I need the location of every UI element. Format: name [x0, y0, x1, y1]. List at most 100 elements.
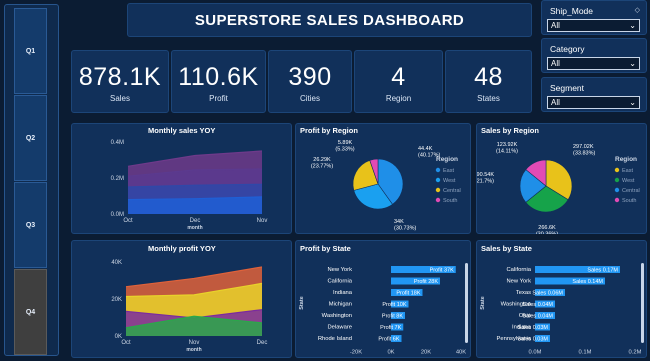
legend-marker: [435, 177, 441, 183]
legend-label: West: [622, 178, 635, 184]
dropdown-value: All: [551, 21, 560, 30]
x-tick-label: -20K: [350, 350, 362, 356]
slice-percent-label: (33.83%): [573, 151, 595, 157]
kpi-card-sales: 878.1K Sales: [71, 50, 169, 113]
slicer-title: Segment: [550, 83, 585, 93]
y-tick-label: 20K: [111, 297, 122, 303]
bar-data-label: Sales 0.03M: [517, 337, 548, 343]
scrollbar[interactable]: [641, 263, 644, 343]
y-tick-label: 0.0M: [111, 212, 124, 218]
legend-label: Central: [443, 188, 461, 194]
legend-marker: [614, 167, 620, 173]
x-axis-title: month: [187, 225, 202, 231]
kpi-value: 4: [391, 63, 406, 91]
kpi-value: 110.6K: [178, 63, 259, 91]
bar-data-label: Sales 0.06M: [532, 291, 563, 297]
quarter-label: Q1: [25, 47, 36, 55]
bar-data-label: Sales 0.17M: [587, 268, 618, 274]
kpi-label: Cities: [299, 94, 320, 103]
eraser-icon[interactable]: ◇: [635, 6, 640, 14]
quarter-button-q3[interactable]: Q3: [14, 182, 47, 268]
quarter-label: Q4: [25, 308, 36, 316]
slicer-ship-mode: Ship_Mode ◇ All ⌄: [541, 0, 647, 35]
slicer-segment: Segment All ⌄: [541, 77, 647, 112]
x-tick-label: Dec: [190, 218, 201, 224]
bar-data-label: Profit 18K: [396, 291, 420, 297]
chevron-down-icon: ⌄: [629, 98, 636, 107]
slice-percent-label: (21.7%): [477, 179, 494, 185]
legend-label: Central: [622, 188, 640, 194]
x-tick-label: 0.0M: [529, 350, 542, 356]
slice-value-label: 123.92K: [497, 142, 518, 148]
bar-data-label: Profit 37K: [430, 268, 454, 274]
monthly-profit-panel: Monthly profit YOY 0K 20K 40K Oct Nov Dec mont…: [71, 240, 292, 358]
bar-data-label: Profit 7K: [380, 325, 401, 331]
chevron-down-icon: ⌄: [629, 21, 636, 30]
page-title: SUPERSTORE SALES DASHBOARD: [194, 11, 465, 29]
bar-data-label: Sales 0.03M: [517, 325, 548, 331]
slicer-title: Ship_Mode: [550, 6, 594, 16]
legend-label: South: [622, 198, 636, 204]
dropdown-value: All: [551, 59, 560, 68]
x-axis-title: month: [186, 347, 201, 353]
quarter-button-q4[interactable]: Q4: [14, 269, 47, 355]
slice-percent-label: (30.73%): [394, 226, 416, 232]
chevron-down-icon: ⌄: [629, 59, 636, 68]
y-axis-title: State: [480, 296, 486, 309]
category-label: Delaware: [328, 325, 353, 331]
slice-value-label: 297.02K: [573, 144, 594, 150]
quarter-button-q1[interactable]: Q1: [14, 8, 47, 94]
slice-percent-label: (30.36%): [536, 232, 558, 235]
sales-by-state-panel: Sales by State California Sales 0.17M New …: [476, 240, 647, 358]
profit-by-region-chart: 44.4K(40.17%)34K(30.73%)26.29K(23.77%)5.…: [311, 140, 461, 232]
x-tick-label: 0.2M: [629, 350, 642, 356]
kpi-label: Profit: [209, 94, 228, 103]
legend-marker: [435, 187, 441, 193]
category-label: Rhode Island: [318, 336, 352, 342]
monthly-sales-chart: 0.0M 0.2M 0.4M Oct Dec Nov month: [111, 140, 268, 231]
monthly-profit-chart: 0K20K40KOct Nov Decmonth: [111, 260, 268, 353]
profit-by-state-panel: Profit by State New York Profit 37K Califo…: [295, 240, 471, 358]
legend-label: East: [443, 168, 454, 174]
kpi-card-states: 48 States: [445, 50, 532, 113]
slicer-title: Category: [550, 44, 585, 54]
legend-title: Region: [436, 156, 458, 163]
kpi-card-cities: 390 Cities: [268, 50, 352, 113]
x-tick-label: Nov: [257, 218, 268, 224]
bar-data-label: Profit 28K: [414, 279, 438, 285]
segment-dropdown[interactable]: All ⌄: [547, 96, 640, 109]
legend-marker: [614, 187, 620, 193]
y-tick-label: 40K: [111, 260, 122, 266]
bar-data-label: Sales 0.14M: [572, 279, 603, 285]
category-label: Washington: [322, 313, 352, 319]
kpi-label: States: [477, 94, 500, 103]
slicer-category: Category All ⌄: [541, 38, 647, 73]
kpi-label: Region: [385, 94, 412, 103]
slice-percent-label: (14.11%): [496, 149, 518, 155]
category-label: California: [328, 279, 353, 285]
kpi-value: 390: [288, 63, 332, 91]
x-tick-label: Dec: [257, 340, 268, 346]
category-label: Michigan: [329, 302, 352, 308]
profit-by-region-panel: Profit by Region 44.4K (40.17%) 34K (30.73%…: [295, 123, 471, 234]
y-axis-title: State: [299, 296, 305, 309]
slice-value-label: 44.4K: [418, 146, 433, 152]
quarter-label: Q3: [25, 221, 36, 229]
slice-value-label: 34K: [394, 219, 404, 225]
quarter-button-q2[interactable]: Q2: [14, 95, 47, 181]
slice-value-label: 5.89K: [338, 140, 353, 146]
category-dropdown[interactable]: All ⌄: [547, 57, 640, 70]
category-label: Texas: [516, 290, 531, 296]
category-label: Indiana: [333, 290, 353, 296]
dropdown-value: All: [551, 98, 560, 107]
ship-mode-dropdown[interactable]: All ⌄: [547, 19, 640, 32]
scrollbar[interactable]: [465, 263, 468, 343]
kpi-card-profit: 110.6K Profit: [171, 50, 266, 113]
slice-value-label: 190.54K: [477, 172, 494, 178]
legend-marker: [614, 197, 620, 203]
sales-by-state-chart: California Sales 0.17M New York Sales 0.14M…: [480, 263, 644, 356]
bar-data-label: Sales 0.04M: [522, 302, 553, 308]
legend-label: West: [443, 178, 456, 184]
y-tick-label: 0.2M: [111, 176, 124, 182]
x-tick-label: Oct: [121, 340, 131, 346]
